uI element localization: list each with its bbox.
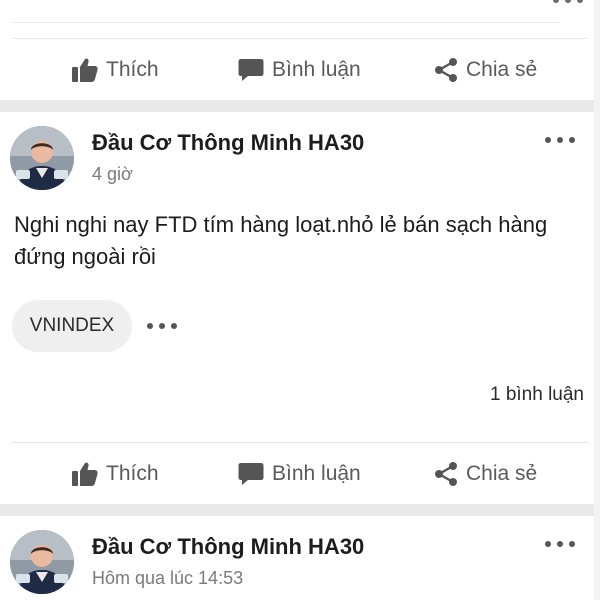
- comment-label: Bình luận: [272, 58, 361, 81]
- post-content: Nghi nghi nay FTD tím hàng loạt.nhỏ lẻ b…: [14, 212, 548, 269]
- post-card: Đầu Cơ Thông Minh HA30 Hôm qua lúc 14:53: [0, 516, 600, 600]
- more-icon[interactable]: [538, 534, 582, 554]
- share-label: Chia sẻ: [466, 462, 538, 485]
- share-label: Chia sẻ: [466, 58, 538, 81]
- post-author[interactable]: Đầu Cơ Thông Minh HA30: [92, 534, 364, 560]
- comment-button[interactable]: Bình luận: [238, 38, 361, 102]
- like-button[interactable]: Thích: [72, 442, 159, 506]
- share-icon: [435, 462, 457, 486]
- scrollbar[interactable]: [594, 0, 600, 600]
- like-label: Thích: [106, 462, 159, 485]
- like-label: Thích: [106, 58, 159, 81]
- post-separator: [0, 504, 600, 516]
- post-time[interactable]: Hôm qua lúc 14:53: [92, 568, 243, 589]
- thumbs-up-icon: [72, 462, 98, 486]
- comment-icon: [238, 463, 264, 485]
- more-icon[interactable]: [538, 130, 582, 150]
- comment-count[interactable]: 1 bình luận: [490, 384, 584, 406]
- post-separator: [0, 100, 600, 112]
- more-tags-icon[interactable]: [144, 318, 180, 334]
- comment-button[interactable]: Bình luận: [238, 442, 361, 506]
- comment-label: Bình luận: [272, 462, 361, 485]
- avatar[interactable]: [10, 530, 74, 594]
- share-button[interactable]: Chia sẻ: [434, 38, 537, 102]
- thumbs-up-icon: [72, 58, 98, 82]
- post-time[interactable]: 4 giờ: [92, 164, 133, 185]
- share-icon: [435, 58, 457, 82]
- hashtag-chip[interactable]: VNINDEX: [12, 300, 132, 352]
- post-action-bar: Thích Bình luận Chia sẻ: [0, 38, 600, 102]
- share-button[interactable]: Chia sẻ: [434, 442, 537, 506]
- more-icon[interactable]: [548, 0, 588, 8]
- comment-icon: [238, 59, 264, 81]
- post-author[interactable]: Đầu Cơ Thông Minh HA30: [92, 130, 364, 156]
- post-action-bar: Thích Bình luận Chia sẻ: [0, 442, 600, 506]
- like-button[interactable]: Thích: [72, 38, 159, 102]
- avatar[interactable]: [10, 126, 74, 190]
- previous-post-remnant: [12, 22, 560, 23]
